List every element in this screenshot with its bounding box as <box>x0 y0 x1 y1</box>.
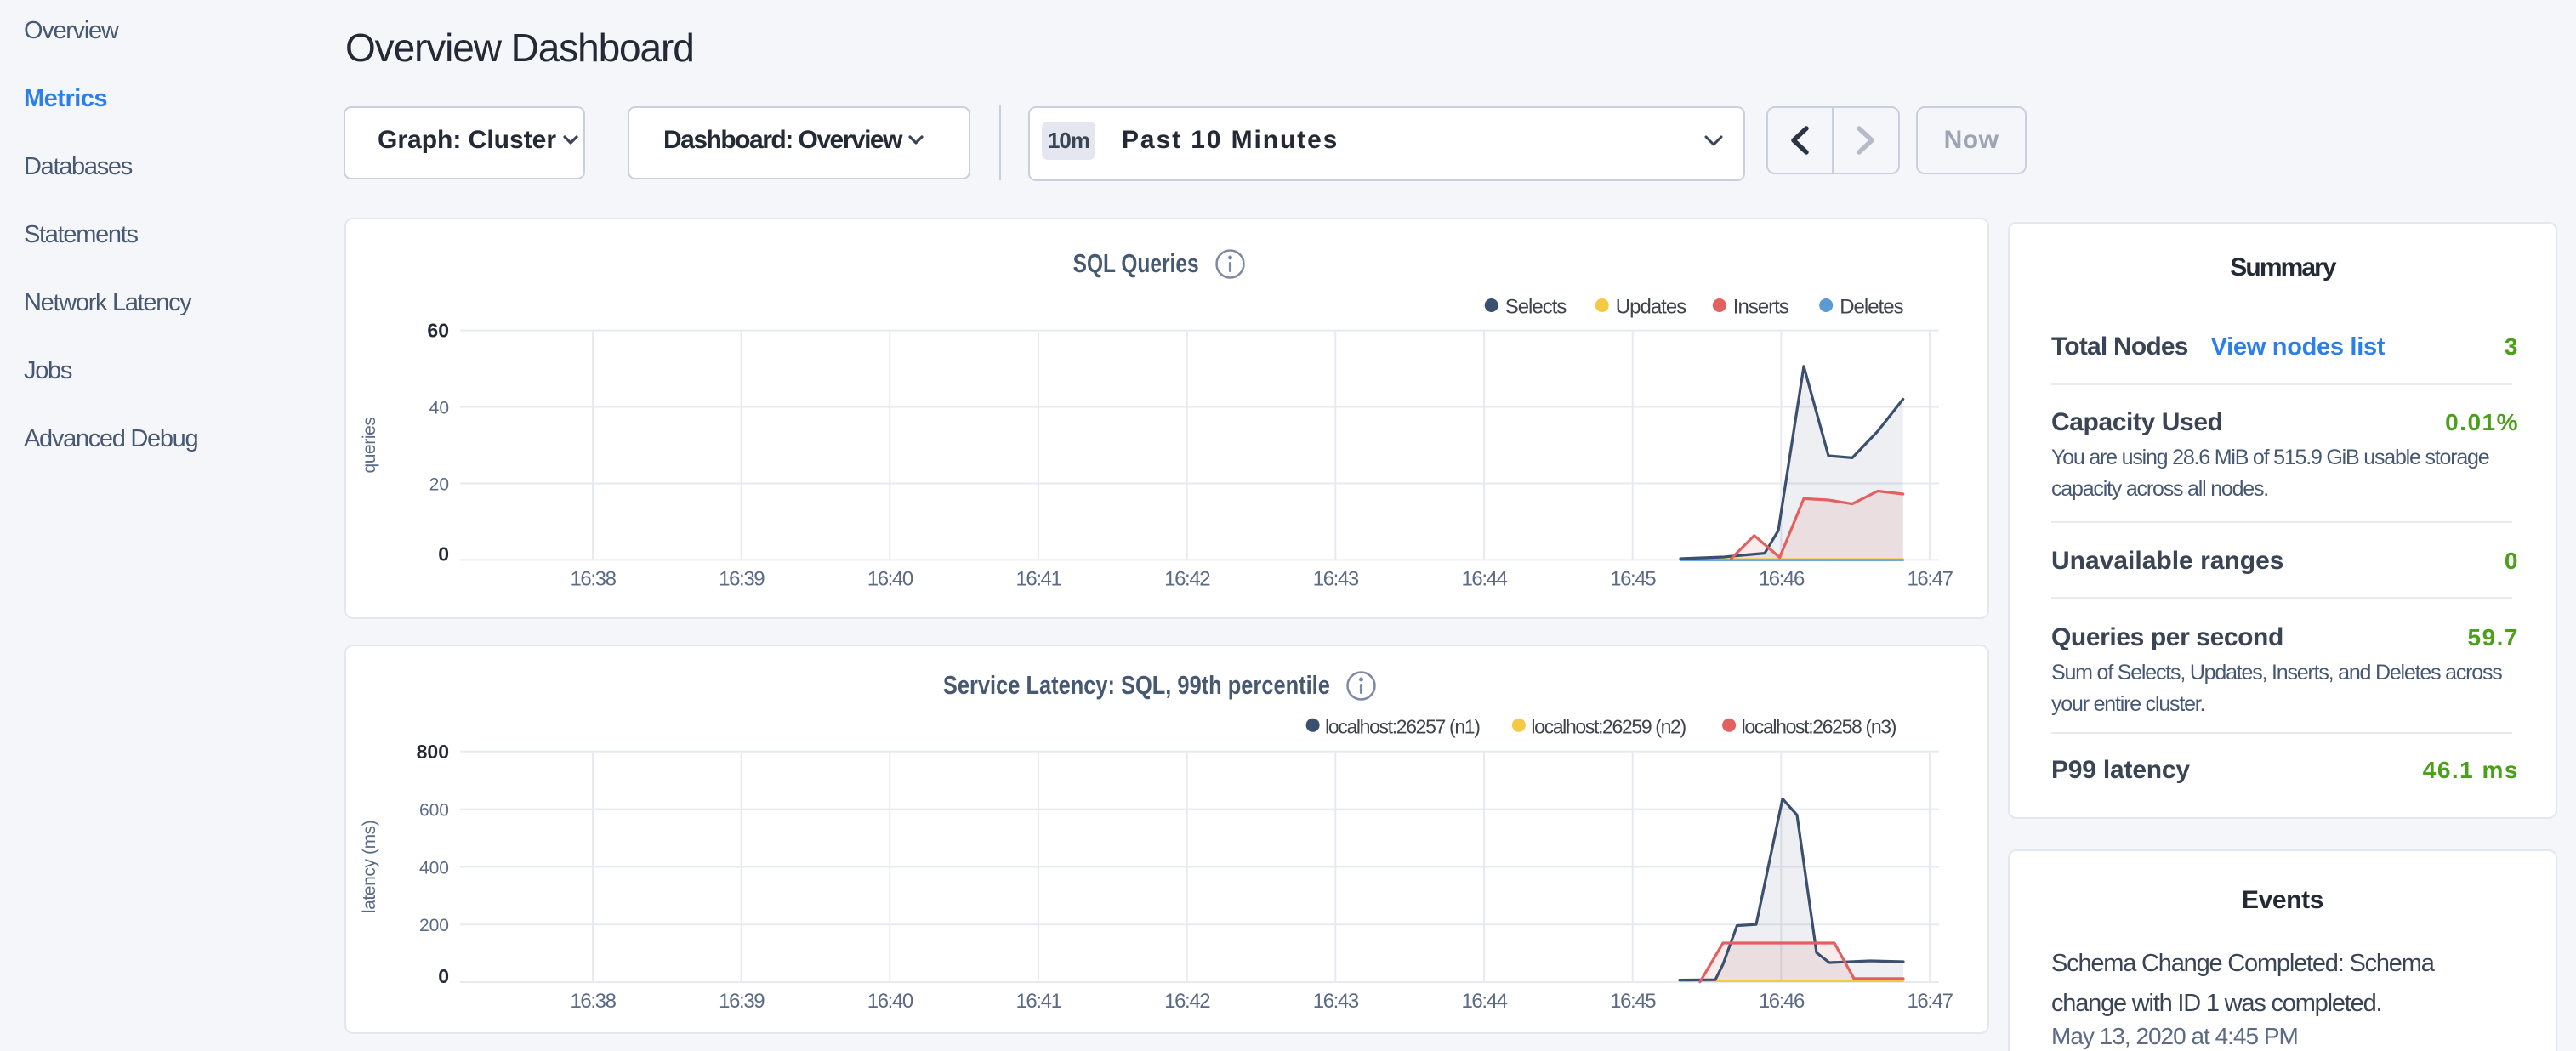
svg-text:latency (ms): latency (ms) <box>360 821 379 914</box>
svg-text:queries: queries <box>360 417 379 473</box>
svg-text:40: 40 <box>429 399 449 418</box>
svg-text:600: 600 <box>419 801 449 821</box>
svg-text:16:43: 16:43 <box>1313 990 1359 1013</box>
svg-text:localhost:26258 (n3): localhost:26258 (n3) <box>1742 715 1896 737</box>
svg-text:800: 800 <box>417 741 449 763</box>
svg-text:16:44: 16:44 <box>1461 990 1507 1013</box>
svg-text:localhost:26259 (n2): localhost:26259 (n2) <box>1531 715 1686 737</box>
svg-text:16:39: 16:39 <box>719 567 765 590</box>
svg-text:16:45: 16:45 <box>1610 990 1656 1013</box>
svg-text:16:45: 16:45 <box>1610 567 1656 590</box>
svg-text:16:42: 16:42 <box>1164 567 1210 590</box>
svg-text:Inserts: Inserts <box>1733 296 1789 319</box>
svg-text:Selects: Selects <box>1505 296 1567 319</box>
svg-text:16:39: 16:39 <box>719 990 765 1013</box>
svg-text:16:46: 16:46 <box>1759 990 1805 1013</box>
svg-text:16:47: 16:47 <box>1907 990 1953 1013</box>
svg-text:16:38: 16:38 <box>570 990 616 1013</box>
svg-text:200: 200 <box>419 916 449 935</box>
svg-text:60: 60 <box>427 320 449 342</box>
svg-text:16:46: 16:46 <box>1759 567 1805 590</box>
svg-text:16:47: 16:47 <box>1907 567 1953 590</box>
svg-text:16:40: 16:40 <box>867 567 913 590</box>
svg-text:Deletes: Deletes <box>1840 296 1903 319</box>
svg-text:0: 0 <box>438 965 449 987</box>
svg-text:16:41: 16:41 <box>1015 567 1061 590</box>
svg-text:localhost:26257 (n1): localhost:26257 (n1) <box>1325 715 1480 737</box>
svg-text:16:41: 16:41 <box>1015 990 1061 1013</box>
svg-text:0: 0 <box>438 543 449 565</box>
svg-text:16:43: 16:43 <box>1313 567 1359 590</box>
svg-text:16:44: 16:44 <box>1461 567 1507 590</box>
svg-text:16:38: 16:38 <box>570 567 616 590</box>
svg-text:16:42: 16:42 <box>1164 990 1210 1013</box>
svg-text:Updates: Updates <box>1616 296 1686 319</box>
svg-text:400: 400 <box>419 858 449 878</box>
svg-text:20: 20 <box>429 475 449 495</box>
svg-text:16:40: 16:40 <box>867 990 913 1013</box>
